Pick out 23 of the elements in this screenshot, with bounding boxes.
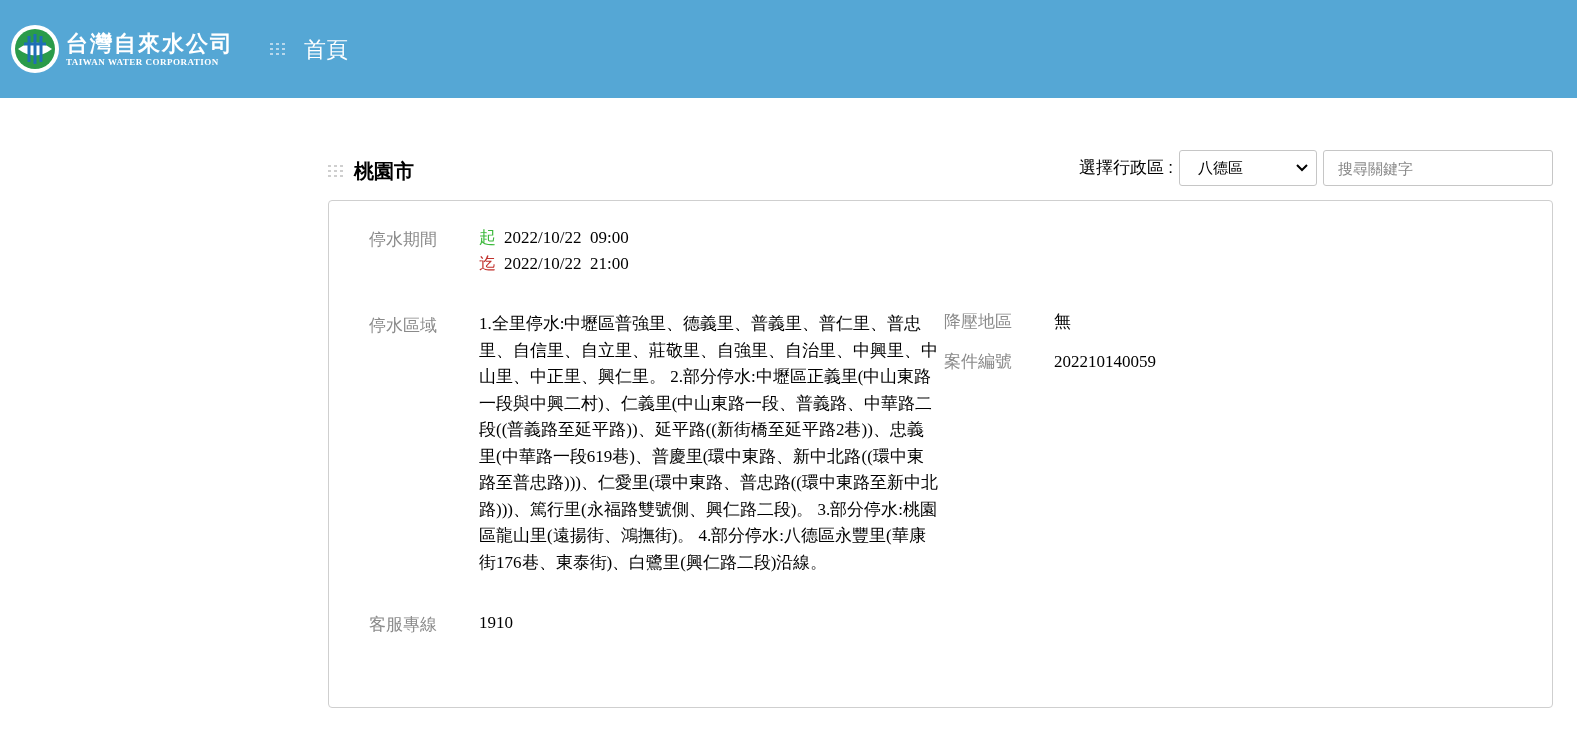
- period-datetime: 2022/10/22 09:00: [504, 227, 629, 250]
- outage-area-text: 1.全里停水:中壢區普強里、德義里、普義里、普仁里、普忠里、自信里、自立里、莊敬里、自強里、自治里、中興里、中山里、中正里、興仁里。 2.部分停水:中壢區正義里(中山東路一段與中興二村)、仁義里(中山東路一段、普義路、中華路二段((普義路至延平路))、延平路((新街橋至延平路2巷))、忠義里(中華路一段619巷)、普慶里(環中東路、新中北路((環中東路至普忠路)))、仁愛里(環中東路、普忠路((環中東路至新中北路)))、篤行里(永福路雙號側、興仁路二段)。 3.部分停水:桃園區龍山里(遠揚街、鴻撫街)。 4.部分停水:八德區永豐里(華康街176巷、東泰街)、白鷺里(興仁路二段)沿線。: [479, 313, 939, 574]
- hotline-number: 1910: [479, 613, 513, 632]
- field-label: 停水區域: [368, 315, 438, 337]
- dots-icon: [328, 165, 344, 177]
- field-label: 降壓地區: [944, 311, 1013, 333]
- period-marker: 起: [479, 227, 496, 250]
- logo-subtitle: TAIWAN WATER CORPORATION: [66, 56, 220, 68]
- field-label: 停水期間: [368, 229, 438, 251]
- field-label: 客服專線: [368, 614, 438, 636]
- district-dropdown[interactable]: 八德區: [1179, 150, 1317, 186]
- city-title: 桃園市: [354, 159, 414, 184]
- search-field[interactable]: 搜尋關鍵字: [1323, 150, 1553, 186]
- district-label: 選擇行政區 :: [1078, 157, 1173, 180]
- field-value: 202210140059: [1054, 350, 1156, 373]
- period-marker: 迄: [479, 253, 496, 276]
- logo-icon: [10, 24, 60, 74]
- field-value: 無: [1054, 311, 1071, 333]
- logo-title: 台灣自來水公司: [66, 30, 234, 56]
- chevron-down-icon: [1296, 164, 1308, 172]
- period-datetime: 2022/10/22 21:00: [504, 253, 629, 276]
- dots-icon: [270, 43, 286, 55]
- field-label: 案件編號: [944, 350, 1013, 373]
